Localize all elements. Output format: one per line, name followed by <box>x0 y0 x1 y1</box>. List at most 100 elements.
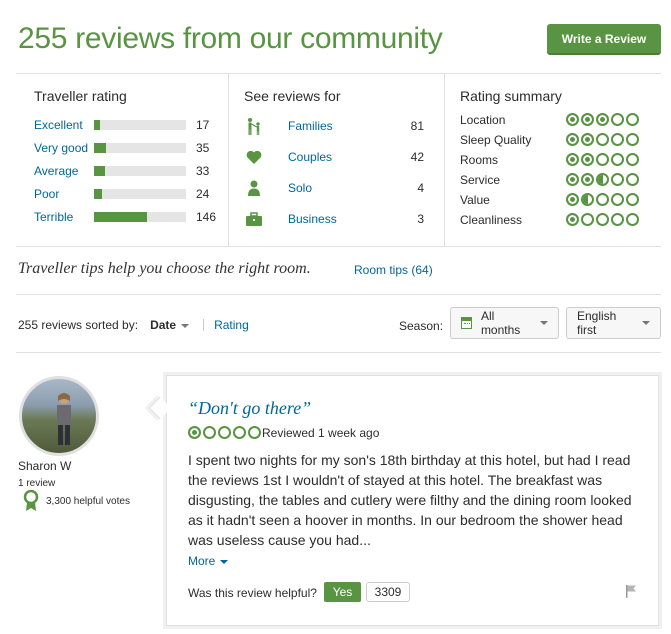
rating-bubble-icon <box>581 133 594 146</box>
rating-bar <box>94 143 186 153</box>
divider <box>16 352 661 353</box>
rating-row[interactable]: Poor 24 <box>34 184 209 204</box>
reviews-for-label[interactable]: Families <box>288 119 333 133</box>
reviews-for-row[interactable]: Business 3 <box>244 209 424 229</box>
rating-bubble-icon <box>611 133 624 146</box>
rating-bar-fill <box>94 212 147 222</box>
rating-bubble-icon <box>626 153 639 166</box>
rating-bubbles <box>566 213 639 226</box>
rating-bubble-icon <box>626 213 639 226</box>
rating-bubble-icon <box>596 193 609 206</box>
rating-label[interactable]: Average <box>34 164 94 178</box>
reviews-for-panel: See reviews for Families 81 Couples 42 Solo 4… <box>244 74 424 246</box>
more-link[interactable]: More <box>188 554 229 568</box>
rating-bar <box>94 212 186 222</box>
person-icon <box>244 178 264 198</box>
rating-bar-fill <box>94 143 106 153</box>
more-label: More <box>188 554 216 568</box>
season-value: All months <box>480 309 521 337</box>
rating-bar-fill <box>94 166 105 176</box>
rating-bubble-icon <box>566 173 579 186</box>
traveller-rating-panel: Traveller rating Excellent 17 Very good 35 A… <box>34 74 219 246</box>
rating-summary-label: Service <box>460 173 501 187</box>
reviews-for-title: See reviews for <box>244 88 341 104</box>
sort-prefix: 255 reviews sorted by: <box>18 318 139 332</box>
rating-bubble-icon <box>596 113 609 126</box>
sort-date-option[interactable]: Date <box>150 318 190 332</box>
rating-bubbles <box>566 113 639 126</box>
rating-summary-label: Rooms <box>460 153 499 167</box>
rating-summary-row: Sleep Quality <box>460 130 640 150</box>
helpful-votes-badge-icon <box>23 490 39 511</box>
rating-bar-fill <box>94 189 102 199</box>
rating-summary-row: Service <box>460 170 640 190</box>
rating-summary-row: Rooms <box>460 150 640 170</box>
rating-bubble-icon <box>566 133 579 146</box>
reviews-for-count: 42 <box>410 150 424 164</box>
rating-bar-fill <box>94 120 100 130</box>
rating-row[interactable]: Terrible 146 <box>34 207 216 227</box>
briefcase-icon <box>244 209 264 229</box>
rating-bar <box>94 166 186 176</box>
rating-summary-panel: Rating summary Location Sleep Quality Room… <box>460 74 650 246</box>
reviewer-name[interactable]: Sharon W <box>18 459 71 473</box>
write-review-button[interactable]: Write a Review <box>547 24 661 55</box>
rating-label[interactable]: Excellent <box>34 118 94 132</box>
reviews-for-row[interactable]: Couples 42 <box>244 147 424 167</box>
chevron-down-icon <box>220 559 229 564</box>
rating-row[interactable]: Excellent 17 <box>34 115 209 135</box>
rating-bubble-icon <box>611 193 624 206</box>
helpful-votes-count: 3,300 helpful votes <box>46 496 130 507</box>
rating-bubble-icon <box>611 213 624 226</box>
rating-bubble-icon <box>596 133 609 146</box>
season-label: Season: <box>399 319 444 333</box>
rating-bar <box>94 120 186 130</box>
rating-count: 24 <box>196 187 210 201</box>
rating-label[interactable]: Terrible <box>34 210 94 224</box>
rating-row[interactable]: Average 33 <box>34 161 209 181</box>
reviews-for-row[interactable]: Solo 4 <box>244 178 424 198</box>
chevron-down-icon <box>181 323 190 328</box>
sort-divider <box>203 319 205 331</box>
season-dropdown[interactable]: All months <box>450 307 559 339</box>
rating-row[interactable]: Very good 35 <box>34 138 209 158</box>
rating-bubble-icon <box>611 173 624 186</box>
rating-bubble-icon <box>626 193 639 206</box>
rating-bubble-icon <box>188 426 201 439</box>
review-date: Reviewed 1 week ago <box>262 426 380 440</box>
rating-label[interactable]: Poor <box>34 187 94 201</box>
reviews-for-label[interactable]: Solo <box>288 181 312 195</box>
rating-label[interactable]: Very good <box>34 141 94 155</box>
rating-count: 146 <box>196 210 217 224</box>
review-text: I spent two nights for my son's 18th bir… <box>188 452 632 548</box>
helpful-question: Was this review helpful? <box>188 586 317 600</box>
rating-bubble-icon <box>581 153 594 166</box>
sort-bar: 255 reviews sorted by: Date Rating <box>18 318 249 332</box>
reviews-for-label[interactable]: Couples <box>288 150 332 164</box>
family-icon <box>244 116 264 136</box>
rating-bubbles <box>566 173 639 186</box>
reviews-for-row[interactable]: Families 81 <box>244 116 424 136</box>
rating-bubble-icon <box>596 173 609 186</box>
avatar[interactable] <box>19 376 99 456</box>
review-title[interactable]: “Don't go there” <box>188 398 311 419</box>
rating-count: 33 <box>196 164 210 178</box>
rating-bar <box>94 189 186 199</box>
rating-bubble-icon <box>203 426 216 439</box>
rating-summary-row: Location <box>460 110 640 130</box>
reviews-for-label[interactable]: Business <box>288 212 337 226</box>
rating-bubble-icon <box>581 113 594 126</box>
flag-icon[interactable] <box>624 584 638 598</box>
reviews-for-count: 4 <box>417 181 424 195</box>
sort-rating-option[interactable]: Rating <box>214 318 249 332</box>
helpful-yes-button[interactable]: Yes <box>324 582 361 602</box>
room-tips-link[interactable]: Room tips (64) <box>354 263 433 277</box>
language-value: English first <box>577 309 617 337</box>
rating-bubble-icon <box>611 113 624 126</box>
rating-bubble-icon <box>248 426 261 439</box>
language-dropdown[interactable]: English first <box>566 307 661 339</box>
reviews-for-count: 3 <box>417 212 424 226</box>
rating-bubble-icon <box>233 426 246 439</box>
rating-bubble-icon <box>581 193 594 206</box>
helpful-count: 3309 <box>366 582 410 602</box>
